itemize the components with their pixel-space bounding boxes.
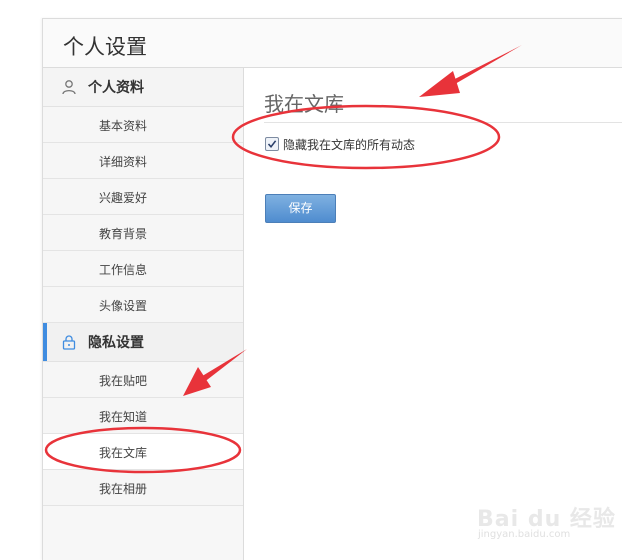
watermark-url: jingyan.baidu.com [478,529,571,540]
highlight-ellipse-wenku [44,426,242,474]
annotation-overlay [44,45,522,474]
arrow-to-wenku [183,349,247,396]
highlight-ellipse-checkbox [231,104,501,170]
arrow-to-title [419,45,522,97]
